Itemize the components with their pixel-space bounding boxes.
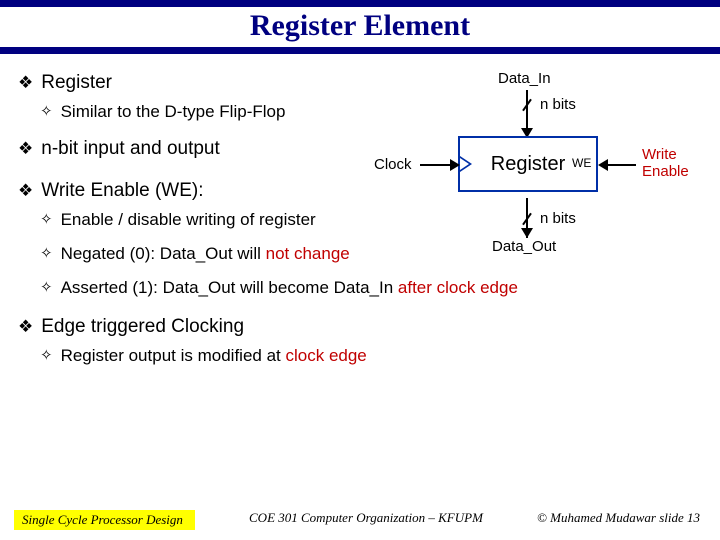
slide-title: Register Element	[0, 7, 720, 47]
bullet-text: Register output is modified at clock edg…	[61, 346, 367, 366]
text-pre: Negated (0): Data_Out will	[61, 244, 266, 263]
text-pre: Asserted (1): Data_Out will become Data_…	[61, 278, 398, 297]
bullet-register-output: ✧ Register output is modified at clock e…	[40, 346, 702, 366]
footer-center: COE 301 Computer Organization – KFUPM	[195, 510, 537, 530]
left-column: ❖ Register ✧ Similar to the D-type Flip-…	[18, 72, 378, 202]
label-write-enable: Write Enable	[642, 146, 689, 180]
diamond-icon: ❖	[18, 180, 33, 202]
bullet-asserted: ✧ Asserted (1): Data_Out will become Dat…	[40, 278, 702, 298]
bullet-write-enable: ❖ Write Enable (WE):	[18, 180, 378, 202]
label-data-in: Data_In	[498, 70, 551, 87]
title-bar: Register Element	[0, 0, 720, 54]
label-we-small: WE	[572, 156, 591, 170]
bullet-similar-dff: ✧ Similar to the D-type Flip-Flop	[40, 102, 378, 122]
text-red: after clock edge	[398, 278, 518, 297]
label-clock: Clock	[374, 156, 412, 173]
label-nbits-bot: n bits	[540, 210, 576, 227]
we-line2: Enable	[642, 163, 689, 180]
text-pre: Register output is modified at	[61, 346, 286, 365]
bullet-edge-triggered: ❖ Edge triggered Clocking	[18, 316, 702, 338]
arrow-right-icon	[450, 159, 460, 171]
bullet-text: n-bit input and output	[41, 138, 220, 160]
bullet-text: Negated (0): Data_Out will not change	[61, 244, 350, 264]
register-diagram: Data_In n bits Register WE Clock Write E…	[376, 70, 706, 250]
diamond-icon: ❖	[18, 316, 33, 338]
footer-right: © Muhamed Mudawar slide 13	[537, 510, 720, 530]
we-line1: Write	[642, 146, 677, 163]
clock-triangle-icon	[460, 156, 472, 172]
bullet-text: Edge triggered Clocking	[41, 316, 244, 338]
cross-icon: ✧	[40, 244, 53, 264]
bullet-text: Write Enable (WE):	[41, 180, 203, 202]
bullet-text: Register	[41, 72, 112, 94]
register-label: Register	[491, 153, 565, 176]
text-red: not change	[266, 244, 350, 263]
arrow-left-icon	[598, 159, 608, 171]
bullet-nbit-io: ❖ n-bit input and output	[18, 138, 378, 160]
label-nbits-top: n bits	[540, 96, 576, 113]
cross-icon: ✧	[40, 102, 53, 122]
diamond-icon: ❖	[18, 138, 33, 160]
footer-left: Single Cycle Processor Design	[14, 510, 195, 530]
diamond-icon: ❖	[18, 72, 33, 94]
slide-footer: Single Cycle Processor Design COE 301 Co…	[0, 510, 720, 530]
cross-icon: ✧	[40, 278, 53, 298]
bullet-text: Similar to the D-type Flip-Flop	[61, 102, 286, 122]
text-red: clock edge	[285, 346, 366, 365]
bullet-text: Enable / disable writing of register	[61, 210, 316, 230]
bullet-text: Asserted (1): Data_Out will become Data_…	[61, 278, 518, 298]
arrow-down-icon	[521, 228, 533, 238]
wire-top	[526, 90, 528, 130]
label-data-out: Data_Out	[492, 238, 556, 255]
bullet-register: ❖ Register	[18, 72, 378, 94]
cross-icon: ✧	[40, 346, 53, 366]
cross-icon: ✧	[40, 210, 53, 230]
